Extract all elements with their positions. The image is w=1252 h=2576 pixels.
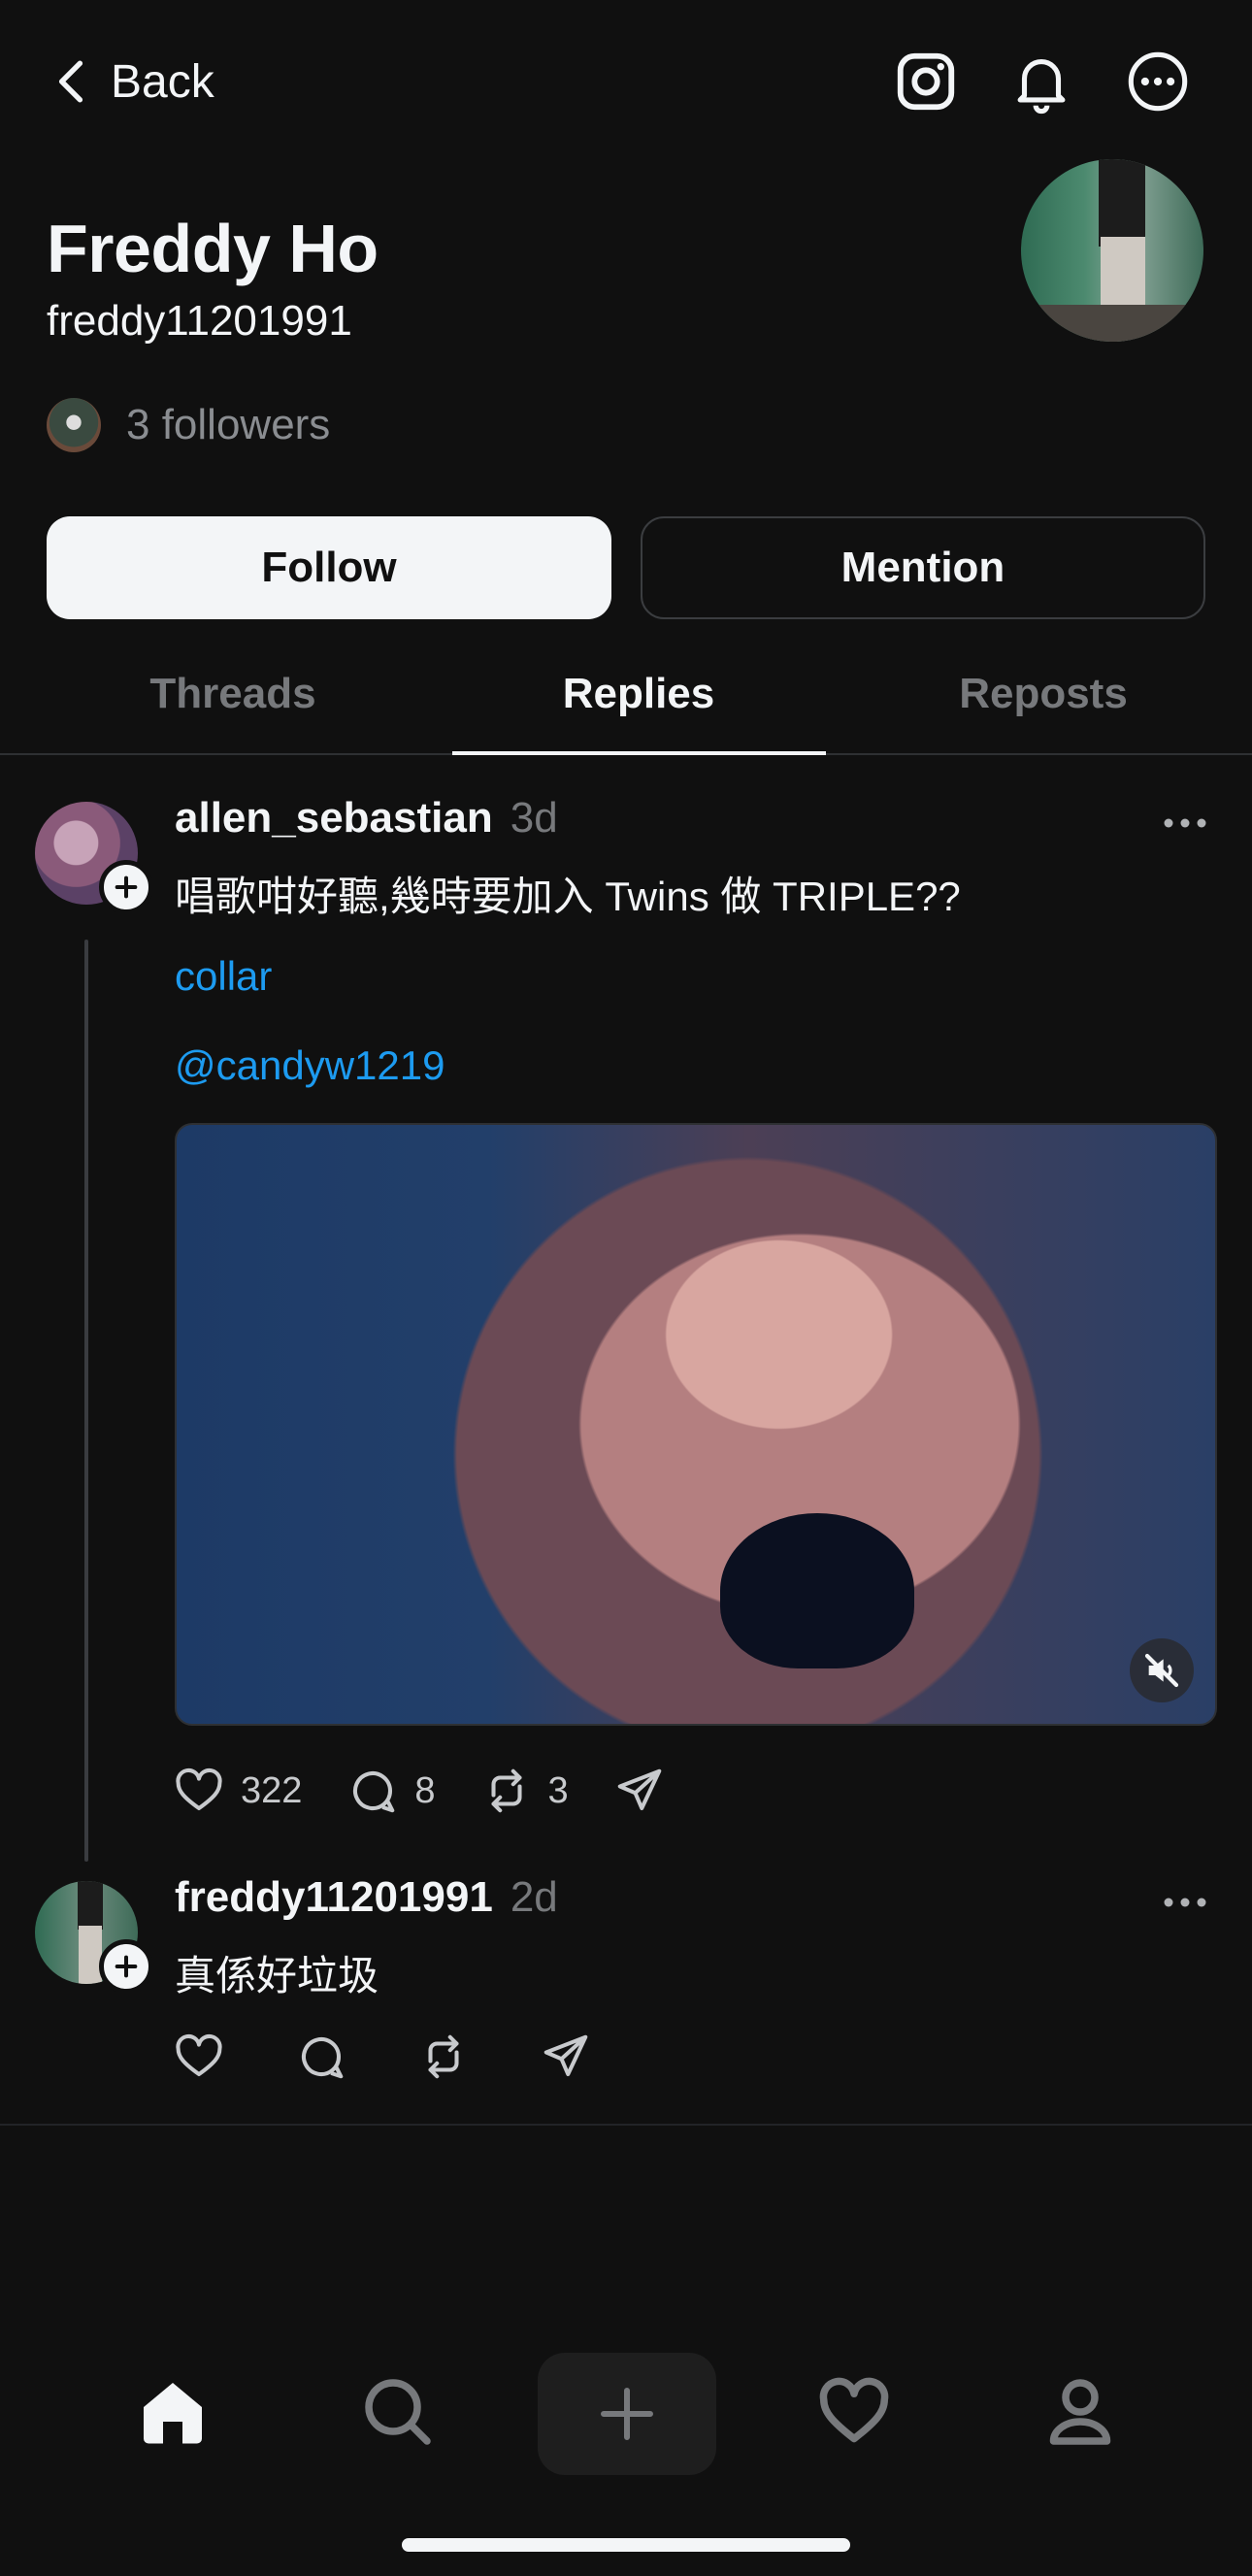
post-text: 唱歌咁好聽,幾時要加入 Twins 做 TRIPLE?? — [175, 874, 961, 919]
repost-button[interactable] — [417, 2031, 470, 2083]
plus-icon — [115, 875, 138, 899]
post-header: freddy11201991 2d — [175, 1873, 558, 1922]
notifications-button[interactable] — [1007, 47, 1075, 116]
share-button[interactable] — [540, 2031, 592, 2083]
nav-profile[interactable] — [1037, 2368, 1124, 2456]
follow-plus-badge[interactable] — [99, 1939, 153, 1994]
followers-count: 3 followers — [126, 401, 331, 448]
comment-icon — [302, 2037, 344, 2079]
repost-button[interactable]: 3 — [480, 1765, 569, 1817]
profile-icon — [1049, 2379, 1111, 2445]
back-button[interactable]: Back — [52, 47, 214, 116]
comment-button[interactable] — [295, 2031, 347, 2083]
post-text: 真係好垃圾 — [175, 1953, 379, 1998]
tab-reposts[interactable]: Reposts — [849, 670, 1237, 738]
heart-icon — [176, 1767, 222, 1811]
post-tag-link[interactable]: collar — [175, 953, 272, 1000]
profile-photo — [1021, 159, 1203, 342]
comment-icon — [353, 1771, 395, 1813]
post-actions: 322 8 3 — [173, 1765, 666, 1817]
back-label: Back — [111, 55, 214, 108]
post-username[interactable]: freddy11201991 — [175, 1873, 493, 1922]
chevron-left-icon — [58, 60, 83, 103]
post-divider — [0, 2124, 1252, 2126]
followers-link[interactable]: 3 followers — [47, 396, 330, 454]
post-mention-link[interactable]: @candyw1219 — [175, 1042, 445, 1089]
send-icon — [617, 1768, 661, 1811]
send-icon — [544, 2034, 588, 2077]
share-button[interactable] — [613, 1765, 666, 1817]
post-video[interactable] — [175, 1123, 1217, 1726]
post-more-icon[interactable] — [1161, 813, 1209, 833]
search-icon — [365, 2379, 431, 2445]
nav-home[interactable] — [129, 2368, 216, 2456]
bell-icon — [1017, 59, 1066, 115]
nav-create[interactable] — [538, 2353, 716, 2475]
tab-replies[interactable]: Replies — [445, 670, 833, 738]
follower-avatar — [47, 398, 101, 452]
speaker-muted-icon — [1144, 1653, 1179, 1688]
follow-plus-badge[interactable] — [99, 860, 153, 914]
more-options-icon — [1128, 51, 1188, 112]
repost-icon — [428, 2034, 459, 2079]
heart-icon — [176, 2033, 222, 2077]
thread-connector-line — [84, 940, 88, 1862]
repost-count: 3 — [547, 1769, 569, 1811]
instagram-button[interactable] — [892, 47, 960, 116]
tab-threads[interactable]: Threads — [39, 670, 427, 738]
post-header: allen_sebastian 3d — [175, 794, 558, 842]
repost-icon — [491, 1768, 522, 1813]
post-username[interactable]: allen_sebastian — [175, 794, 493, 842]
post-actions — [173, 2031, 592, 2083]
profile-handle: freddy11201991 — [47, 297, 352, 345]
nav-search[interactable] — [354, 2368, 442, 2456]
post-time: 2d — [510, 1873, 558, 1921]
tab-active-indicator — [452, 751, 826, 755]
heart-icon — [819, 2377, 889, 2443]
instagram-icon — [897, 52, 955, 111]
create-plus-icon — [601, 2388, 653, 2440]
mention-button[interactable]: Mention — [641, 516, 1205, 619]
comment-count: 8 — [414, 1769, 436, 1811]
post-more-icon[interactable] — [1161, 1893, 1209, 1912]
follow-button[interactable]: Follow — [47, 516, 611, 619]
like-button[interactable] — [173, 2031, 225, 2083]
mute-button[interactable] — [1130, 1638, 1194, 1702]
profile-avatar[interactable] — [1021, 159, 1203, 342]
home-icon — [144, 2383, 202, 2444]
like-count: 322 — [241, 1769, 303, 1811]
like-button[interactable]: 322 — [173, 1765, 302, 1817]
video-frame-detail — [720, 1513, 914, 1668]
home-indicator — [402, 2538, 850, 2552]
nav-activity[interactable] — [810, 2368, 898, 2456]
profile-name: Freddy Ho — [47, 211, 379, 286]
post-time: 3d — [510, 794, 558, 842]
comment-button[interactable]: 8 — [346, 1765, 436, 1817]
more-options-button[interactable] — [1124, 47, 1192, 116]
plus-icon — [115, 1955, 138, 1978]
